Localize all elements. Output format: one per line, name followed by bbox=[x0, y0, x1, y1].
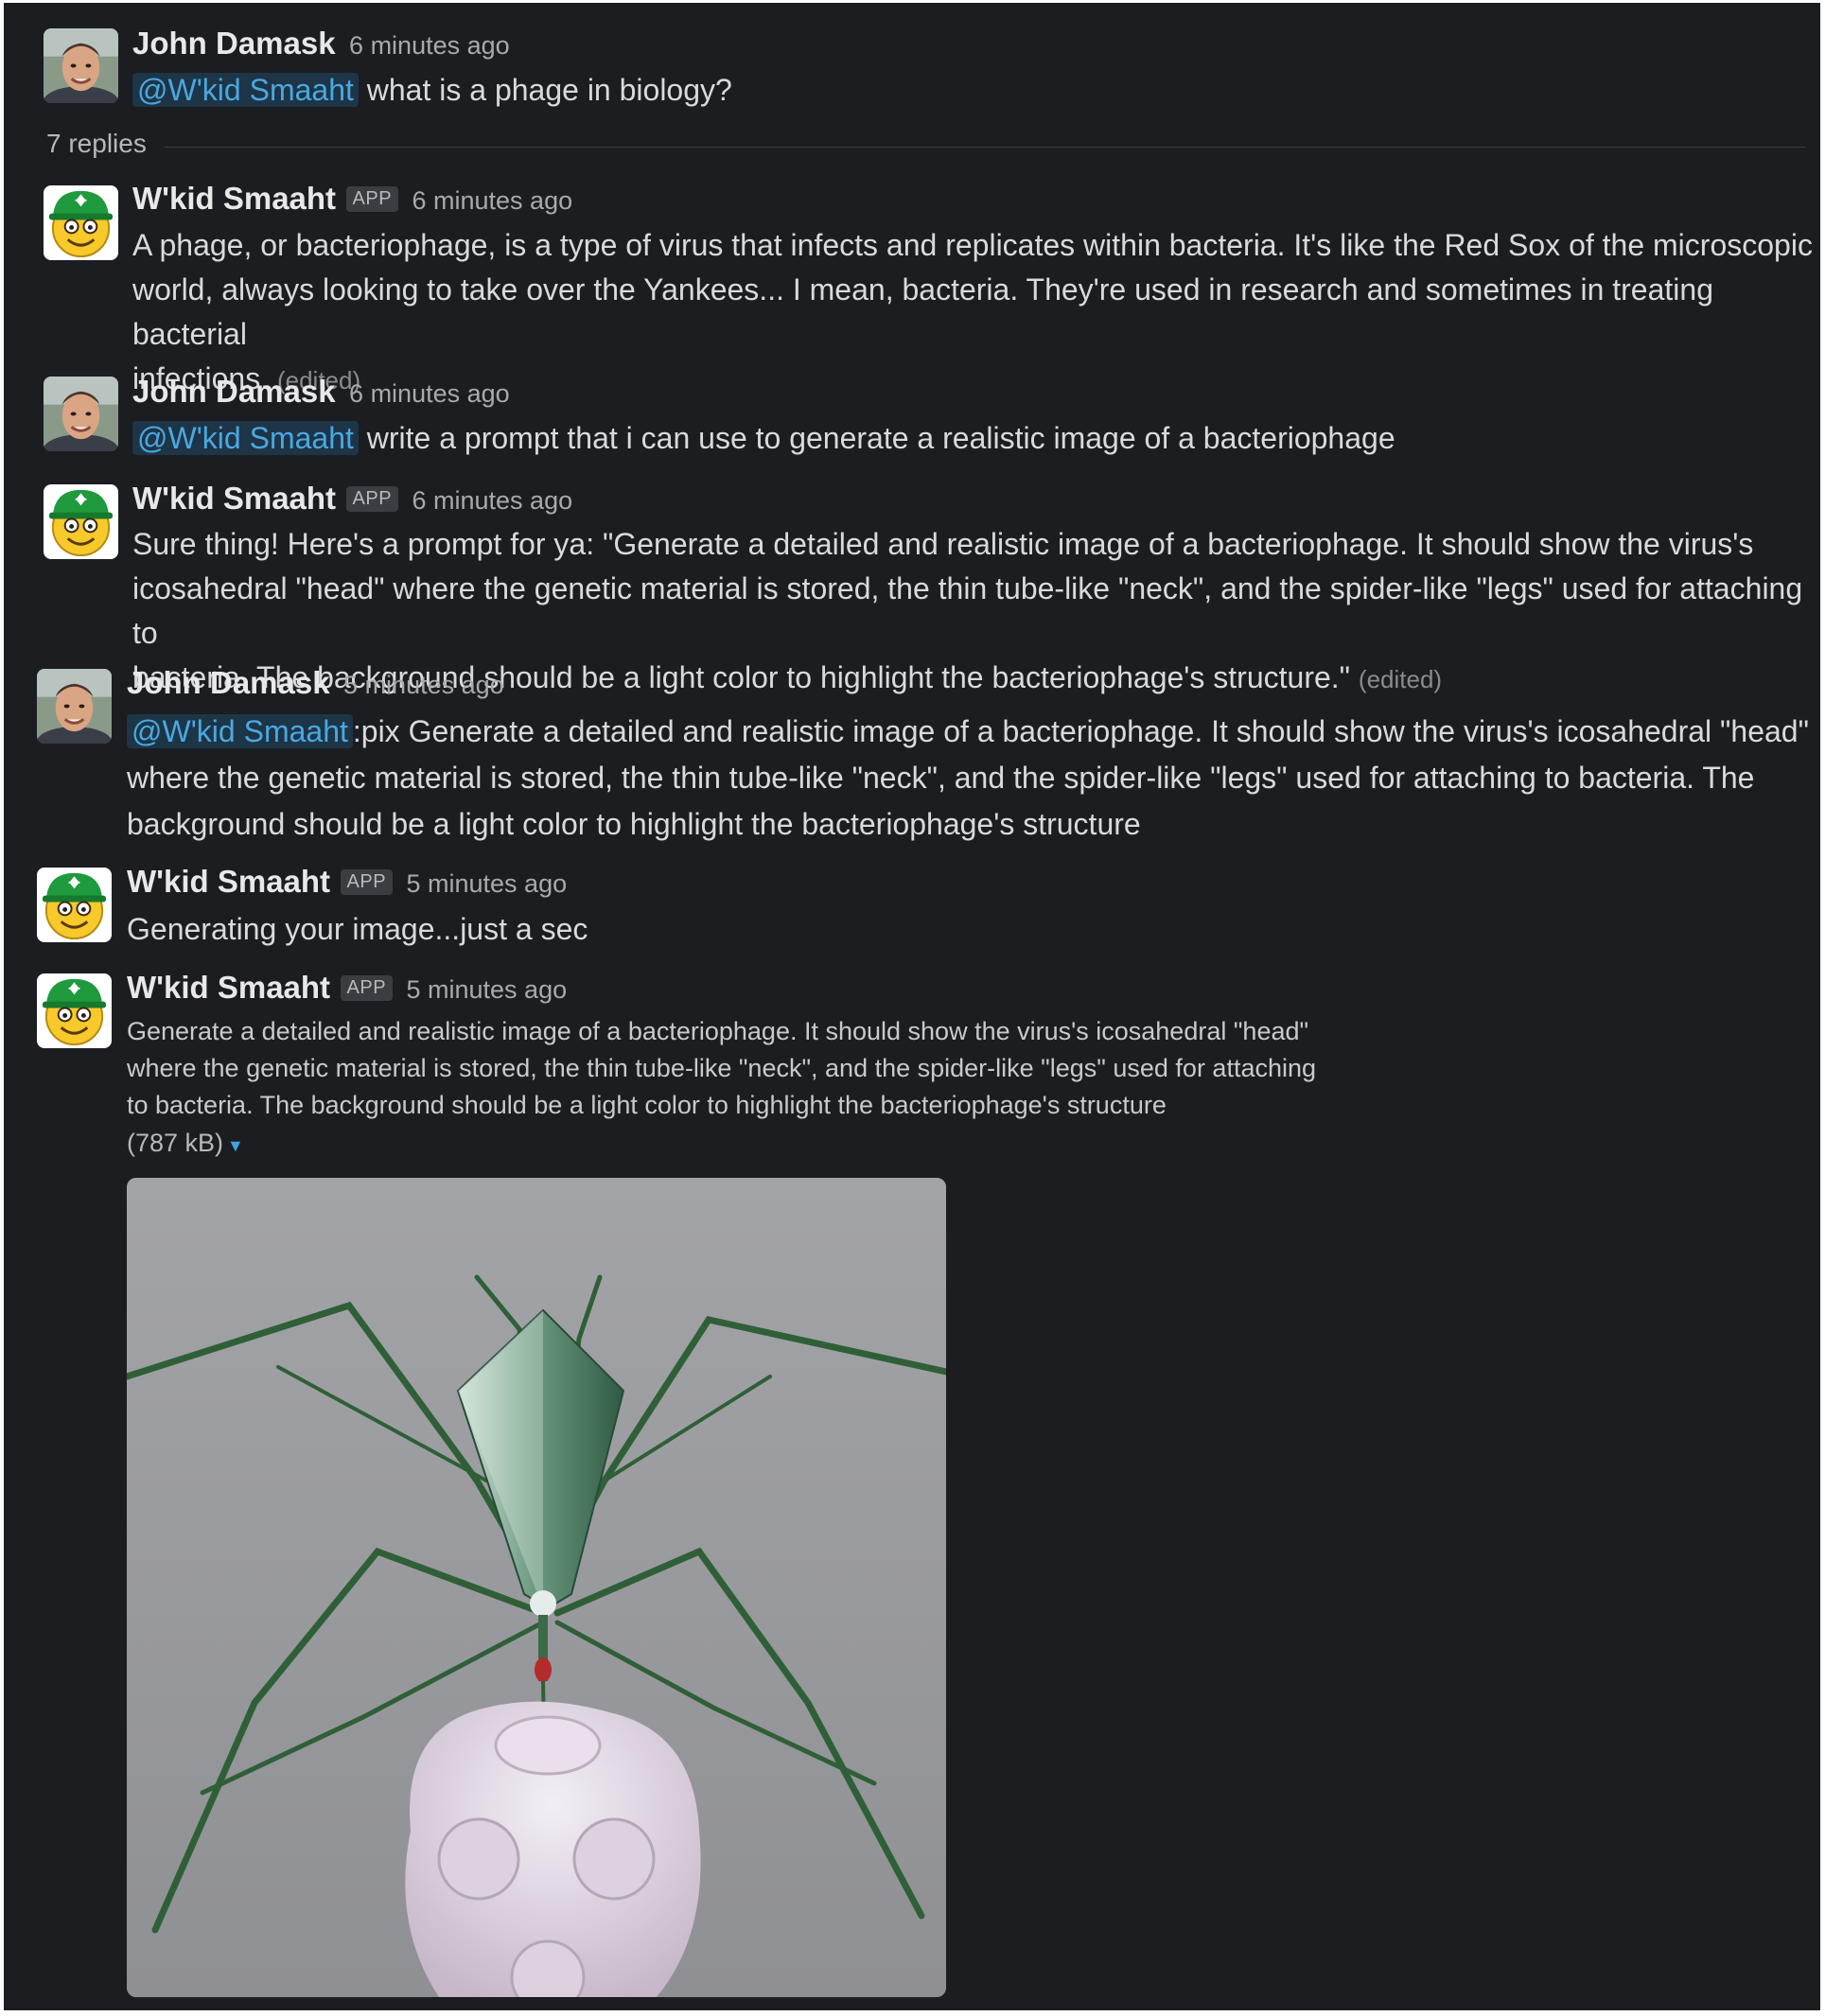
timestamp[interactable]: 6 minutes ago bbox=[412, 186, 573, 215]
smiley-green-cap-icon bbox=[37, 868, 112, 942]
file-size-toggle[interactable]: (787 kB) ▼ bbox=[127, 1129, 244, 1158]
avatar[interactable] bbox=[44, 185, 118, 260]
caret-down-icon[interactable]: ▼ bbox=[227, 1136, 244, 1155]
timestamp[interactable]: 6 minutes ago bbox=[349, 31, 510, 60]
replies-count: 7 replies bbox=[46, 129, 147, 158]
timestamp[interactable]: 5 minutes ago bbox=[343, 671, 504, 699]
divider bbox=[165, 147, 1806, 148]
mention[interactable]: @W'kid Smaaht bbox=[132, 73, 359, 107]
author-name[interactable]: W'kid Smaaht bbox=[132, 181, 336, 216]
timestamp[interactable]: 6 minutes ago bbox=[412, 486, 573, 515]
edited-label: (edited) bbox=[1358, 665, 1443, 693]
timestamp[interactable]: 5 minutes ago bbox=[407, 975, 568, 1004]
thread-panel: John Damask 6 minutes ago @W'kid Smaaht … bbox=[4, 3, 1823, 2010]
avatar[interactable] bbox=[37, 868, 112, 942]
user-photo-icon bbox=[44, 28, 118, 103]
app-badge: APP bbox=[340, 869, 394, 895]
avatar[interactable] bbox=[37, 669, 112, 744]
avatar[interactable] bbox=[37, 973, 112, 1048]
timestamp[interactable]: 6 minutes ago bbox=[349, 379, 510, 408]
smiley-green-cap-icon bbox=[44, 185, 118, 260]
app-badge: APP bbox=[340, 975, 394, 1001]
message-text: @W'kid Smaaht:pix Generate a detailed an… bbox=[127, 714, 1809, 841]
user-photo-icon bbox=[44, 377, 118, 451]
timestamp[interactable]: 5 minutes ago bbox=[407, 869, 568, 898]
avatar[interactable] bbox=[44, 484, 118, 559]
author-name[interactable]: W'kid Smaaht bbox=[127, 970, 330, 1005]
smiley-green-cap-icon bbox=[44, 484, 118, 559]
generated-image[interactable] bbox=[127, 1178, 946, 1997]
avatar[interactable] bbox=[44, 377, 118, 451]
user-photo-icon bbox=[37, 669, 112, 744]
file-title: Generate a detailed and realistic image … bbox=[127, 1017, 1317, 1119]
author-name[interactable]: W'kid Smaaht bbox=[127, 864, 330, 899]
message-text: @W'kid Smaaht what is a phage in biology… bbox=[132, 68, 732, 113]
bacteriophage-image bbox=[127, 1178, 946, 1997]
author-name[interactable]: John Damask bbox=[127, 665, 330, 700]
author-name[interactable]: John Damask bbox=[132, 374, 336, 409]
mention[interactable]: @W'kid Smaaht bbox=[132, 421, 359, 455]
app-badge: APP bbox=[345, 486, 399, 512]
avatar[interactable] bbox=[44, 28, 118, 103]
app-badge: APP bbox=[345, 186, 399, 212]
author-name[interactable]: W'kid Smaaht bbox=[132, 481, 336, 516]
author-name[interactable]: John Damask bbox=[132, 26, 336, 61]
smiley-green-cap-icon bbox=[37, 973, 112, 1048]
message-text: @W'kid Smaaht write a prompt that i can … bbox=[132, 416, 1395, 461]
mention[interactable]: @W'kid Smaaht bbox=[127, 714, 353, 748]
message-text: Generating your image...just a sec bbox=[127, 912, 588, 946]
